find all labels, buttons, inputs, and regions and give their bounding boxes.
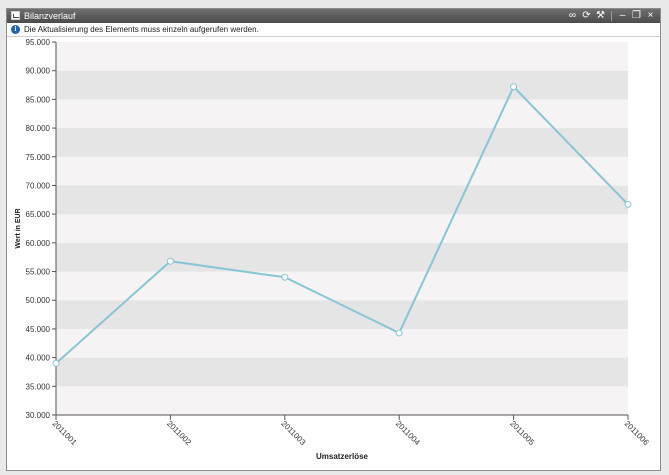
x-tick-label: 2011005 — [508, 419, 536, 447]
data-point — [166, 257, 174, 265]
y-axis-label: Wert in EUR — [15, 208, 22, 248]
y-tick-label: 80.000 — [26, 124, 51, 133]
y-tick-label: 95.000 — [26, 38, 51, 47]
y-tick-label: 85.000 — [26, 95, 51, 104]
x-tick-label: 2011003 — [279, 419, 307, 447]
data-point — [52, 359, 60, 367]
grid-band — [56, 328, 628, 358]
line-chart: 30.000 35.000 40.000 45.000 50.000 55.000 60.0… — [15, 38, 651, 461]
grid-band — [56, 185, 628, 215]
y-tick-label: 40.000 — [26, 354, 51, 363]
grid-band — [56, 128, 628, 157]
x-tick-label: 2011006 — [623, 419, 651, 447]
grid-band — [56, 70, 628, 100]
x-tick-label: 2011004 — [394, 419, 422, 447]
grid-band — [56, 242, 628, 272]
data-point — [624, 200, 632, 208]
y-tick-label: 30.000 — [26, 411, 51, 420]
data-point — [510, 83, 518, 91]
data-point — [281, 273, 289, 281]
x-tick-label: 2011002 — [165, 419, 193, 447]
y-tick-label: 65.000 — [26, 210, 51, 219]
grid-band — [56, 99, 628, 129]
x-tick-label: 2011001 — [51, 419, 79, 447]
grid-band — [56, 156, 628, 186]
y-tick-label: 60.000 — [26, 239, 51, 248]
grid-band — [56, 357, 628, 387]
data-point — [395, 329, 403, 337]
y-tick-label: 45.000 — [26, 325, 51, 334]
grid-band — [56, 386, 628, 415]
y-tick-label: 55.000 — [26, 268, 51, 277]
y-tick-label: 70.000 — [26, 181, 51, 190]
grid-band — [56, 42, 628, 71]
y-tick-label: 35.000 — [26, 382, 51, 391]
x-axis-label: Umsatzerlöse — [316, 452, 369, 461]
grid-band — [56, 214, 628, 243]
y-tick-label: 75.000 — [26, 153, 51, 162]
y-tick-label: 90.000 — [26, 67, 51, 76]
y-tick-label: 50.000 — [26, 296, 51, 305]
